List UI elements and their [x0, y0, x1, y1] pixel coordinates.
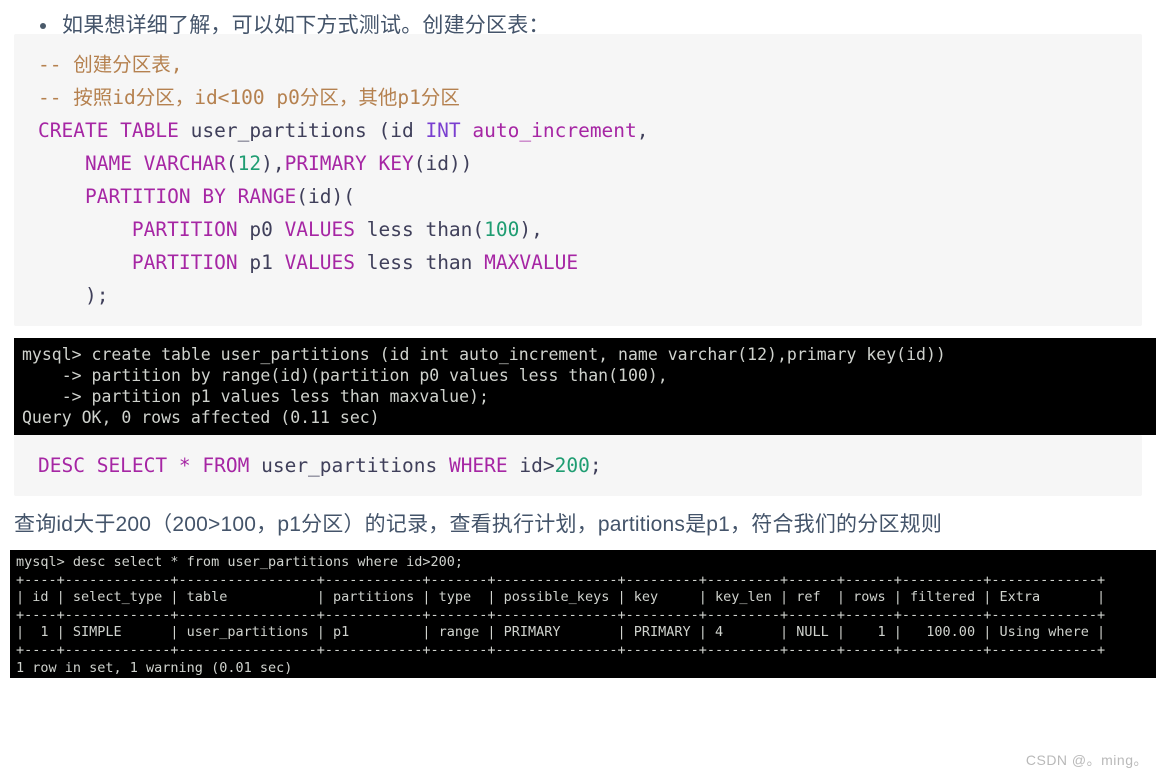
code-line: NAME VARCHAR(12),PRIMARY KEY(id)) [14, 147, 1142, 180]
mysql-terminal-explain-output: mysql> desc select * from user_partition… [10, 550, 1156, 678]
terminal-output-line: 1 row in set, 1 warning (0.01 sec) [16, 659, 293, 676]
code-token: PRIMARY KEY [284, 152, 414, 175]
code-token: PARTITION [131, 218, 238, 241]
code-token: auto_increment [472, 119, 637, 142]
code-token: p1 [237, 251, 285, 274]
code-token: ); [38, 284, 109, 307]
intro-bullet-text: 如果想详细了解，可以如下方式测试。创建分区表： [62, 14, 550, 37]
code-token: PARTITION [131, 251, 238, 274]
code-token: p0 [237, 218, 285, 241]
code-token: PARTITION BY RANGE [84, 185, 297, 208]
code-token: NAME VARCHAR [84, 152, 226, 175]
terminal-output-line: -> partition by range(id)(partition p0 v… [22, 366, 668, 385]
mysql-terminal-create-output: mysql> create table user_partitions (id … [14, 338, 1156, 435]
code-token: * [178, 454, 191, 477]
code-line: PARTITION p1 VALUES less than MAXVALUE [14, 246, 1142, 279]
code-token: VALUES [284, 218, 356, 241]
code-token: -- 按照id分区，id<100 p0分区，其他p1分区 [38, 86, 460, 109]
terminal-output-line: | id | select_type | table | partitions … [16, 589, 1106, 606]
bullet-point-icon [40, 23, 46, 29]
code-line: ); [14, 279, 1142, 312]
code-token: (id)( [296, 185, 355, 208]
terminal-output-line: mysql> desc select * from user_partition… [16, 554, 464, 570]
terminal-output-line: +----+-------------+-----------------+--… [16, 641, 1106, 658]
csdn-watermark: CSDN @。ming。 [1025, 752, 1148, 768]
code-line: PARTITION p0 VALUES less than(100), [14, 213, 1142, 246]
terminal-output-line: +----+-------------+-----------------+--… [16, 606, 1106, 623]
sql-code-block-desc-select[interactable]: DESC SELECT * FROM user_partitions WHERE… [14, 435, 1142, 496]
code-token: 100 [484, 218, 520, 241]
code-token: VALUES [284, 251, 356, 274]
terminal-output-line: mysql> create table user_partitions (id … [22, 345, 946, 364]
code-token: INT [425, 119, 461, 142]
code-token: ), [519, 218, 543, 241]
code-token: CREATE TABLE [38, 119, 179, 142]
code-token: MAXVALUE [484, 251, 579, 274]
code-token: 200 [554, 454, 590, 477]
code-line: -- 创建分区表, [14, 48, 1142, 81]
code-token: id> [507, 454, 555, 477]
code-token: ; [589, 454, 602, 477]
code-token: user_partitions [249, 454, 449, 477]
code-line: CREATE TABLE user_partitions (id INT aut… [14, 114, 1142, 147]
intro-bullet-row: 如果想详细了解，可以如下方式测试。创建分区表： [0, 0, 1156, 37]
code-line: -- 按照id分区，id<100 p0分区，其他p1分区 [14, 81, 1142, 114]
code-line: PARTITION BY RANGE(id)( [14, 180, 1142, 213]
code-token: (id)) [413, 152, 473, 175]
code-token: WHERE [448, 454, 508, 477]
code-token: user_partitions (id [178, 119, 426, 142]
code-token: , [636, 119, 649, 142]
code-token: less than( [355, 218, 485, 241]
code-line: DESC SELECT * FROM user_partitions WHERE… [14, 449, 1142, 482]
terminal-output-line: Query OK, 0 rows affected (0.11 sec) [22, 408, 380, 427]
code-token: -- 创建分区表, [38, 53, 183, 76]
code-token: ( [225, 152, 238, 175]
terminal-output-line: -> partition p1 values less than maxvalu… [22, 387, 489, 406]
code-token: ), [261, 152, 285, 175]
terminal-output-line: +----+-------------+-----------------+--… [16, 571, 1106, 588]
code-token: DESC SELECT [38, 454, 168, 477]
code-token: FROM [202, 454, 250, 477]
code-token: less than [355, 251, 485, 274]
terminal-output-line: | 1 | SIMPLE | user_partitions | p1 | ra… [16, 624, 1106, 641]
explanation-paragraph: 查询id大于200（200>100，p1分区）的记录，查看执行计划，partit… [14, 513, 943, 536]
sql-code-block-create-table[interactable]: -- 创建分区表, -- 按照id分区，id<100 p0分区，其他p1分区 CRE… [14, 34, 1142, 326]
code-token: 12 [237, 152, 262, 175]
